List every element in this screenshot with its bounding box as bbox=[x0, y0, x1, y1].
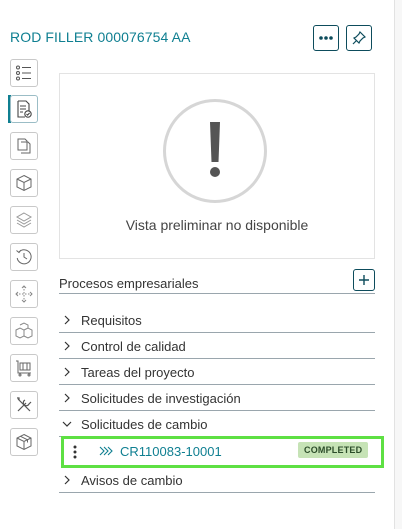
rail-button-history[interactable] bbox=[10, 243, 38, 271]
more-vertical-icon[interactable] bbox=[73, 445, 77, 459]
rail-button-move[interactable] bbox=[10, 280, 38, 308]
layers-icon bbox=[15, 212, 33, 228]
more-actions-button[interactable] bbox=[313, 25, 339, 51]
pin-icon bbox=[352, 31, 366, 45]
preview-message: Vista preliminar no disponible bbox=[125, 217, 309, 233]
plus-icon bbox=[359, 275, 369, 285]
history-icon bbox=[16, 249, 32, 265]
pin-button[interactable] bbox=[346, 25, 372, 51]
accordion-item-tareas-proyecto[interactable]: Tareas del proyecto bbox=[59, 360, 375, 385]
accordion-item-solicitudes-cambio[interactable]: Solicitudes de cambio bbox=[59, 412, 375, 437]
accordion-label: Requisitos bbox=[81, 313, 142, 328]
accordion-label: Solicitudes de investigación bbox=[81, 391, 241, 406]
add-process-button[interactable] bbox=[353, 269, 375, 291]
page-title: ROD FILLER 000076754 AA bbox=[10, 29, 191, 45]
tools-icon bbox=[17, 397, 32, 412]
rail-button-cube[interactable] bbox=[10, 169, 38, 197]
chevron-right-icon bbox=[64, 367, 70, 377]
accordion-label: Tareas del proyecto bbox=[81, 365, 195, 380]
accordion-item-requisitos[interactable]: Requisitos bbox=[59, 308, 375, 333]
move-arrows-icon bbox=[15, 285, 33, 303]
copy-icon bbox=[17, 138, 31, 154]
rail-button-layers[interactable] bbox=[10, 206, 38, 234]
exclamation-icon bbox=[210, 122, 220, 177]
accordion-label: Avisos de cambio bbox=[81, 473, 183, 488]
accordion-item-avisos-cambio[interactable]: Avisos de cambio bbox=[59, 468, 375, 493]
rail-button-list[interactable] bbox=[10, 59, 38, 87]
section-title: Procesos empresariales bbox=[59, 276, 199, 291]
status-badge: COMPLETED bbox=[298, 442, 369, 458]
accordion-label: Solicitudes de cambio bbox=[81, 417, 208, 432]
warning-circle-icon bbox=[163, 99, 267, 203]
chevron-right-icon bbox=[64, 341, 70, 351]
rail-button-tools[interactable] bbox=[10, 391, 38, 419]
preview-area: Vista preliminar no disponible bbox=[59, 73, 375, 259]
more-horizontal-icon bbox=[319, 36, 333, 40]
boxes-icon bbox=[15, 322, 33, 339]
chevron-down-icon bbox=[62, 421, 72, 427]
rail-button-package[interactable] bbox=[10, 428, 38, 456]
accordion-item-control-calidad[interactable]: Control de calidad bbox=[59, 334, 375, 359]
cart-icon bbox=[16, 360, 31, 377]
document-check-icon bbox=[17, 100, 32, 118]
change-request-row[interactable]: CR110083-10001 COMPLETED bbox=[64, 439, 381, 465]
change-request-link[interactable]: CR110083-10001 bbox=[120, 444, 222, 459]
chevron-right-icon bbox=[64, 393, 70, 403]
cube-icon bbox=[16, 174, 32, 192]
chevron-right-icon bbox=[64, 475, 70, 485]
double-chevron-right-icon bbox=[99, 446, 113, 456]
rail-button-cart[interactable] bbox=[10, 354, 38, 382]
rail-button-document[interactable] bbox=[10, 95, 38, 123]
accordion-item-solicitudes-investigacion[interactable]: Solicitudes de investigación bbox=[59, 386, 375, 411]
list-icon bbox=[16, 65, 31, 81]
rail-button-boxes[interactable] bbox=[10, 317, 38, 345]
accordion-label: Control de calidad bbox=[81, 339, 186, 354]
chevron-right-icon bbox=[64, 315, 70, 325]
package-icon bbox=[16, 433, 32, 451]
section-divider bbox=[59, 293, 375, 294]
details-panel: ROD FILLER 000076754 AA Vista preliminar… bbox=[0, 0, 395, 529]
rail-button-copy[interactable] bbox=[10, 132, 38, 160]
